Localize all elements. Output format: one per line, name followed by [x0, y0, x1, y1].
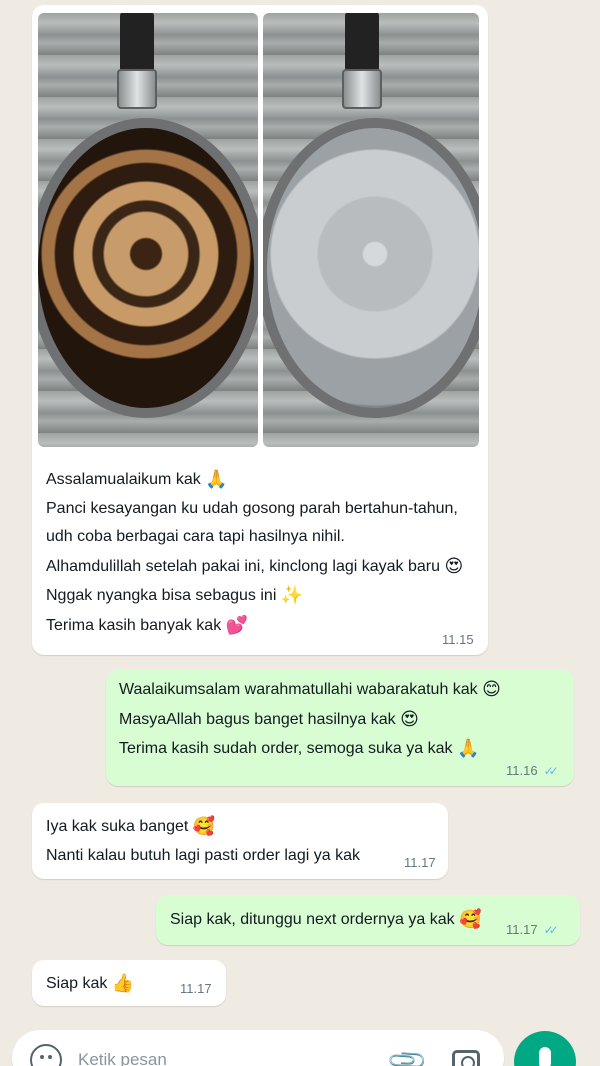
outgoing-message[interactable]: Siap kak, ditunggu next ordernya ya kak … — [156, 895, 580, 945]
message-line: Assalamualaikum kak 🙏 — [46, 465, 463, 495]
clean-pan-shape — [263, 118, 479, 418]
microphone-button[interactable] — [514, 1031, 576, 1066]
message-line: Siap kak, ditunggu next ordernya ya kak … — [170, 905, 482, 935]
message-line: Nggak nyangka bisa sebagus ini ✨ — [46, 581, 463, 611]
hearts-emoji-icon: 💕 — [225, 614, 249, 636]
message-time-with-ticks: 11.17 ✓✓ — [506, 922, 559, 937]
message-text: Assalamualaikum kak 🙏 Panci kesayangan k… — [46, 465, 463, 640]
message-time: 11.15 — [442, 632, 474, 647]
line-text: Terima kasih banyak kak — [46, 616, 222, 634]
read-ticks-icon: ✓✓ — [543, 923, 559, 937]
message-time: 11.17 — [404, 855, 436, 870]
message-text: Iya kak suka banget 🥰 Nanti kalau butuh … — [46, 812, 360, 870]
smiling-hearts-emoji-icon: 🥰 — [192, 816, 216, 837]
camera-icon[interactable] — [452, 1050, 480, 1066]
pan-handle-neck — [342, 69, 382, 109]
incoming-message[interactable]: Siap kak 👍 11.17 — [32, 960, 226, 1006]
thumbs-up-emoji-icon: 👍 — [111, 973, 135, 994]
message-line: Alhamdulillah setelah pakai ini, kinclon… — [46, 552, 463, 582]
pray-emoji-icon: 🙏 — [205, 469, 228, 490]
message-line: Waalaikumsalam warahmatullahi wabarakatu… — [119, 675, 501, 705]
smiling-hearts-emoji-icon: 🥰 — [459, 909, 482, 930]
smile-emoji-icon: 😊 — [482, 679, 501, 700]
message-input-placeholder[interactable]: Ketik pesan — [78, 1050, 167, 1066]
message-line: Iya kak suka banget 🥰 — [46, 812, 360, 842]
line-text: Siap kak, ditunggu next ordernya ya kak — [170, 911, 455, 928]
line-text: udh coba berbagai cara tapi hasilnya nih… — [46, 528, 345, 545]
pray-emoji-icon: 🙏 — [456, 738, 480, 759]
emoji-icon[interactable] — [30, 1044, 62, 1066]
photo-burnt-pan[interactable] — [38, 13, 258, 447]
microphone-icon — [539, 1047, 551, 1066]
line-text: Siap kak — [46, 975, 108, 992]
line-text: Waalaikumsalam warahmatullahi wabarakatu… — [119, 681, 478, 698]
sparkles-emoji-icon: ✨ — [280, 585, 304, 606]
chat-area: Assalamualaikum kak 🙏 Panci kesayangan k… — [0, 0, 600, 1066]
line-text: Terima kasih sudah order, semoga suka ya… — [119, 740, 453, 757]
message-time: 11.16 — [506, 763, 538, 778]
message-line: Terima kasih banyak kak 💕 — [46, 611, 463, 641]
message-time-with-ticks: 11.16 ✓✓ — [506, 763, 559, 778]
heart-eyes-emoji-icon: 😍 — [444, 555, 464, 577]
message-time: 11.17 — [506, 922, 538, 937]
message-line: Terima kasih sudah order, semoga suka ya… — [119, 734, 501, 764]
outgoing-message[interactable]: Waalaikumsalam warahmatullahi wabarakatu… — [106, 670, 574, 786]
pan-handle — [120, 13, 154, 73]
line-text: Assalamualaikum kak — [46, 471, 201, 488]
paperclip-icon[interactable]: 📎 — [386, 1039, 430, 1066]
message-line: Siap kak 👍 — [46, 969, 134, 999]
message-text: Siap kak, ditunggu next ordernya ya kak … — [170, 905, 482, 935]
photo-clean-pan[interactable] — [263, 13, 479, 447]
line-text: Iya kak suka banget — [46, 818, 189, 835]
burnt-pan-shape — [38, 118, 258, 418]
read-ticks-icon: ✓✓ — [543, 764, 559, 778]
pan-handle — [345, 13, 379, 73]
incoming-message-with-images[interactable]: Assalamualaikum kak 🙏 Panci kesayangan k… — [32, 5, 488, 655]
heart-eyes-emoji-icon: 😍 — [400, 708, 419, 730]
incoming-message[interactable]: Iya kak suka banget 🥰 Nanti kalau butuh … — [32, 803, 448, 879]
message-line: udh coba berbagai cara tapi hasilnya nih… — [46, 523, 463, 552]
message-line: Nanti kalau butuh lagi pasti order lagi … — [46, 842, 360, 871]
line-text: MasyaAllah bagus banget hasilnya kak — [119, 710, 396, 728]
line-text: Nggak nyangka bisa sebagus ini — [46, 587, 277, 604]
message-line: MasyaAllah bagus banget hasilnya kak 😍 — [119, 705, 501, 735]
line-text: Nanti kalau butuh lagi pasti order lagi … — [46, 846, 360, 864]
message-input-bar[interactable]: Ketik pesan 📎 — [12, 1030, 504, 1066]
message-text: Siap kak 👍 — [46, 969, 134, 999]
pan-handle-neck — [117, 69, 157, 109]
message-text: Waalaikumsalam warahmatullahi wabarakatu… — [119, 675, 501, 764]
line-text: Alhamdulillah setelah pakai ini, kinclon… — [46, 557, 441, 575]
line-text: Panci kesayangan ku udah gosong parah be… — [46, 499, 458, 517]
message-line: Panci kesayangan ku udah gosong parah be… — [46, 495, 463, 524]
message-time: 11.17 — [180, 981, 212, 996]
